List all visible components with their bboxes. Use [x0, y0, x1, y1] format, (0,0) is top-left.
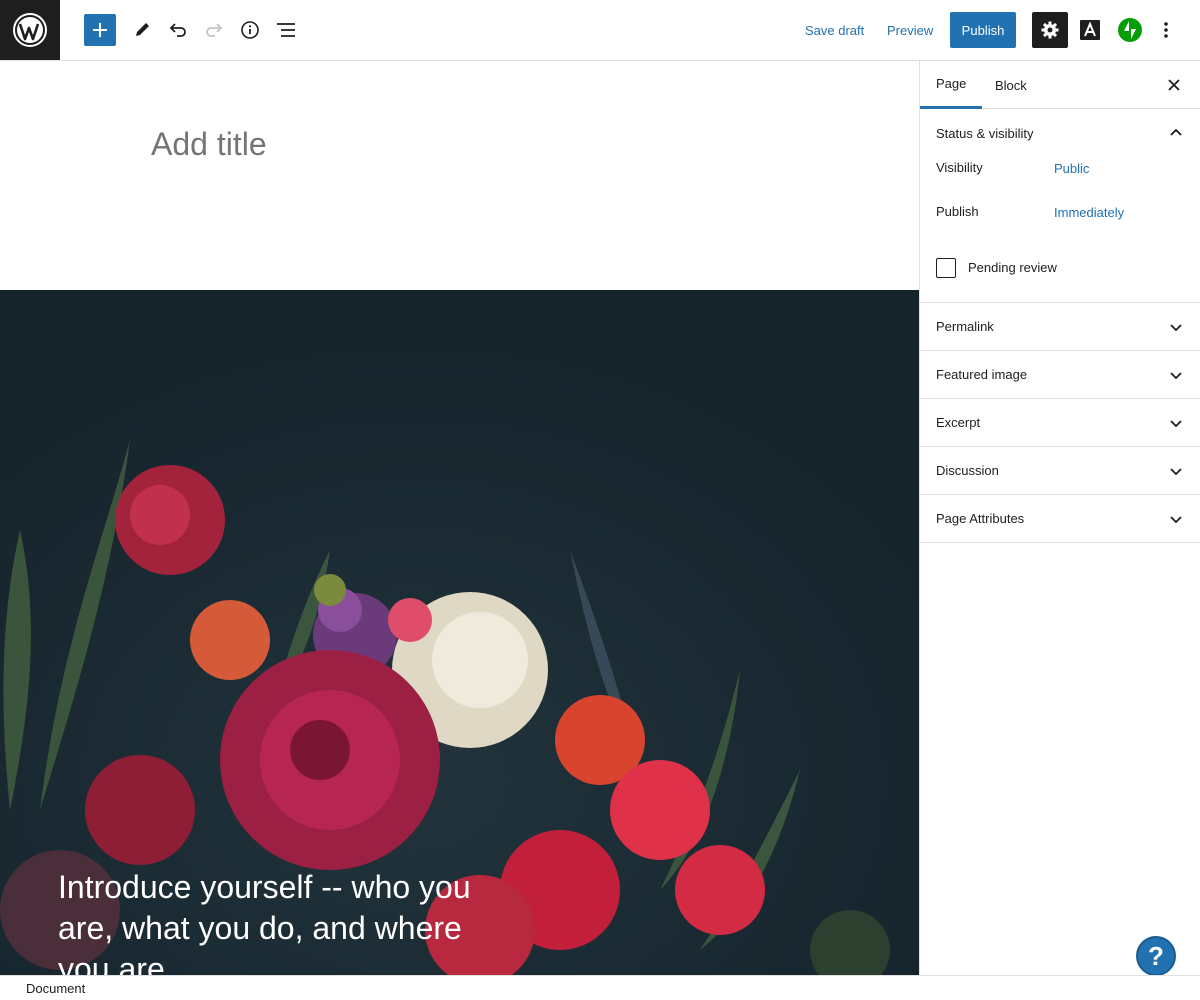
- pending-review-label[interactable]: Pending review: [968, 260, 1057, 275]
- redo-icon: [206, 23, 223, 37]
- add-block-button[interactable]: [84, 14, 116, 46]
- info-icon: [241, 21, 259, 39]
- status-visibility-panel: Status & visibility Visibility Public Pu…: [920, 109, 1200, 303]
- permalink-panel-toggle[interactable]: Permalink: [920, 303, 1200, 351]
- plus-icon: [93, 23, 107, 37]
- list-view-button[interactable]: [268, 12, 304, 48]
- visibility-label: Visibility: [936, 160, 983, 175]
- publish-button[interactable]: Publish: [950, 12, 1016, 48]
- chevron-down-icon: [1170, 420, 1182, 428]
- tools-button[interactable]: [124, 12, 160, 48]
- publish-date-toggle[interactable]: Immediately: [1054, 205, 1124, 220]
- visibility-toggle[interactable]: Public: [1054, 161, 1089, 176]
- tab-page[interactable]: Page: [920, 61, 983, 109]
- more-options-button[interactable]: [1148, 12, 1184, 48]
- status-visibility-heading: Status & visibility: [936, 125, 1034, 141]
- jetpack-button[interactable]: [1112, 12, 1148, 48]
- close-icon: [1168, 79, 1180, 91]
- cover-heading[interactable]: Introduce yourself -- who you are, what …: [58, 867, 478, 975]
- chevron-down-icon: [1170, 372, 1182, 380]
- tab-block[interactable]: Block: [979, 61, 1043, 109]
- discussion-panel-toggle[interactable]: Discussion: [920, 447, 1200, 495]
- excerpt-panel-toggle[interactable]: Excerpt: [920, 399, 1200, 447]
- cover-block[interactable]: Introduce yourself -- who you are, what …: [0, 290, 919, 975]
- featured-image-panel-toggle[interactable]: Featured image: [920, 351, 1200, 399]
- chevron-down-icon: [1170, 324, 1182, 332]
- status-visibility-toggle[interactable]: Status & visibility: [920, 109, 1200, 157]
- help-button[interactable]: ?: [1136, 936, 1176, 976]
- more-vertical-icon: [1164, 22, 1168, 38]
- close-sidebar-button[interactable]: [1162, 73, 1186, 97]
- publish-label: Publish: [936, 204, 979, 219]
- settings-button[interactable]: [1032, 12, 1068, 48]
- status-visibility-body: Visibility Public Publish Immediately Pe…: [920, 157, 1200, 302]
- list-view-icon: [277, 23, 295, 37]
- gear-icon: [1041, 21, 1059, 39]
- block-breadcrumb-bar: Document: [0, 975, 1200, 1000]
- preview-button[interactable]: Preview: [887, 14, 933, 46]
- font-icon: [1080, 20, 1100, 40]
- pencil-icon: [136, 23, 149, 36]
- settings-sidebar: Page Block Status & visibility Visibilit…: [919, 61, 1200, 975]
- typography-button[interactable]: [1072, 12, 1108, 48]
- chevron-down-icon: [1170, 516, 1182, 524]
- jetpack-icon: [1118, 18, 1142, 42]
- wordpress-logo-button[interactable]: [0, 0, 60, 60]
- save-draft-button[interactable]: Save draft: [805, 14, 864, 46]
- permalink-heading: Permalink: [936, 319, 994, 334]
- discussion-heading: Discussion: [936, 463, 999, 478]
- chevron-up-icon: [1170, 128, 1182, 136]
- undo-icon: [169, 23, 186, 37]
- pending-review-checkbox[interactable]: [936, 258, 956, 278]
- editor-canvas: Add title Introduce yourself -- who you …: [0, 61, 919, 975]
- undo-button[interactable]: [160, 12, 196, 48]
- redo-button[interactable]: [196, 12, 232, 48]
- page-attributes-panel-toggle[interactable]: Page Attributes: [920, 495, 1200, 543]
- post-title-input[interactable]: Add title: [151, 126, 267, 163]
- sidebar-tabs: Page Block: [920, 61, 1200, 109]
- featured-image-heading: Featured image: [936, 367, 1028, 382]
- excerpt-heading: Excerpt: [936, 415, 981, 430]
- top-toolbar: Save draft Preview Publish: [0, 0, 1200, 61]
- chevron-down-icon: [1170, 468, 1182, 476]
- wordpress-icon: [13, 13, 47, 47]
- details-button[interactable]: [232, 12, 268, 48]
- page-attributes-heading: Page Attributes: [936, 511, 1025, 526]
- breadcrumb-document[interactable]: Document: [26, 981, 85, 996]
